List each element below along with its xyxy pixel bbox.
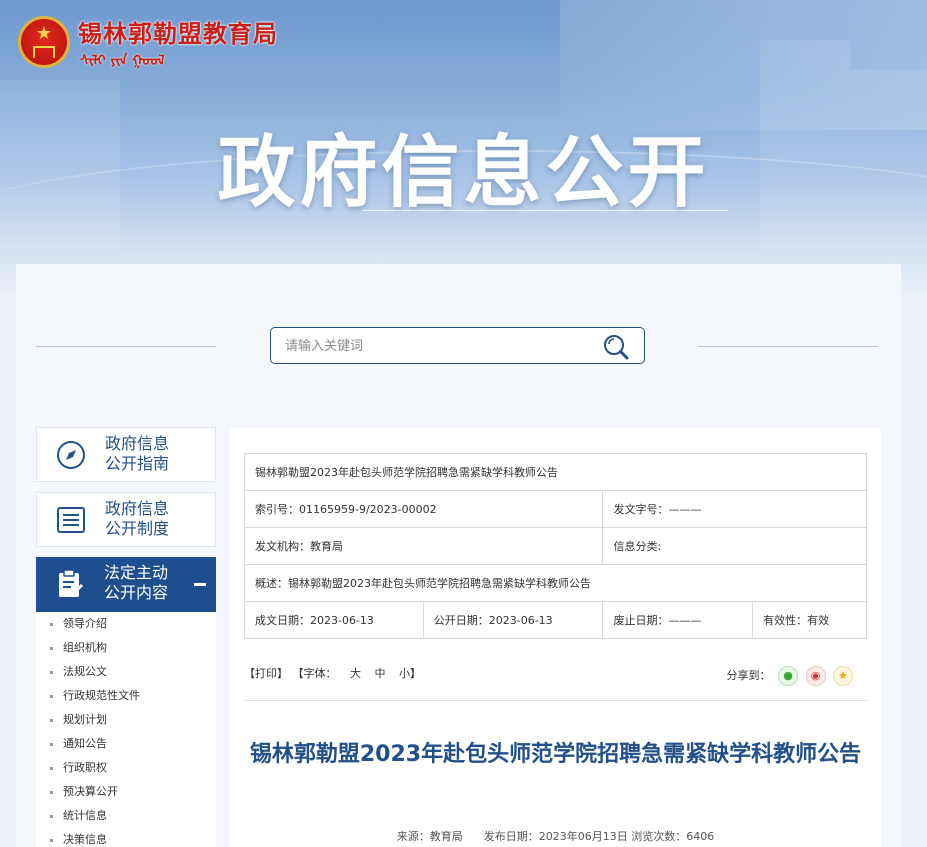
wechat-icon[interactable]: ● bbox=[778, 666, 798, 686]
meta-summary: 概述：锡林郭勒盟2023年赴包头师范学院招聘急需紧缺学科教师公告 bbox=[244, 564, 867, 602]
article-title: 锡林郭勒盟2023年赴包头师范学院招聘急需紧缺学科教师公告 bbox=[249, 742, 862, 767]
sidebar-item-mandatory-disclosure[interactable]: 法定主动 公开内容 bbox=[36, 557, 216, 612]
site-title[interactable]: 锡林郭勒盟教育局 bbox=[78, 14, 278, 49]
font-medium-button[interactable]: 中 bbox=[375, 667, 386, 680]
font-small-button[interactable]: 小】 bbox=[399, 667, 421, 680]
font-large-button[interactable]: 大 bbox=[350, 667, 361, 680]
meta-expired-date: 废止日期：——— bbox=[602, 601, 754, 639]
meta-doc-no: 发文字号：——— bbox=[602, 490, 867, 528]
banner-divider bbox=[362, 210, 728, 211]
clipboard-edit-icon bbox=[59, 569, 84, 597]
article-meta: 来源：教育局 发布日期：2023年06月13日 浏览次数：6406 bbox=[396, 830, 715, 843]
print-button[interactable]: 【打印】 bbox=[244, 667, 288, 680]
site-title-mongolian: ᠰᠢᠯᠢ ᠶᠢᠨ ᠭᠣᠣᠯ bbox=[80, 53, 165, 69]
favorite-star-icon[interactable]: ★ bbox=[833, 666, 853, 686]
meta-issuer: 发文机构：教育局 bbox=[243, 527, 604, 565]
article-content: 锡林郭勒盟2023年赴包头师范学院招聘急需紧缺学科教师公告 索引号：011659… bbox=[230, 428, 881, 847]
sidebar-subitem[interactable]: 决策信息 bbox=[36, 828, 216, 847]
meta-index-no: 索引号：01165959-9/2023-00002 bbox=[243, 490, 604, 528]
sidebar-subitem[interactable]: 组织机构 bbox=[36, 636, 216, 660]
content-divider bbox=[244, 700, 867, 701]
meta-published-date: 公开日期：2023-06-13 bbox=[422, 601, 604, 639]
document-meta-table: 锡林郭勒盟2023年赴包头师范学院招聘急需紧缺学科教师公告 索引号：011659… bbox=[243, 453, 867, 639]
sidebar-item-disclosure-guide[interactable]: 政府信息 公开指南 bbox=[36, 427, 216, 482]
meta-title: 锡林郭勒盟2023年赴包头师范学院招聘急需紧缺学科教师公告 bbox=[244, 453, 867, 491]
sidebar-subitem[interactable]: 统计信息 bbox=[36, 804, 216, 828]
search-icon[interactable] bbox=[602, 333, 630, 361]
document-list-icon bbox=[57, 507, 85, 533]
sidebar-subitem[interactable]: 法规公文 bbox=[36, 660, 216, 684]
sidebar-subitem[interactable]: 行政职权 bbox=[36, 756, 216, 780]
banner-title: 政府信息公开 bbox=[217, 128, 710, 218]
sidebar-item-disclosure-system[interactable]: 政府信息 公开制度 bbox=[36, 492, 216, 547]
meta-category: 信息分类: bbox=[602, 527, 867, 565]
share-bar: 分享到： ● ◉ ★ bbox=[726, 666, 853, 688]
meta-created-date: 成文日期：2023-06-13 bbox=[244, 601, 424, 639]
sidebar-subitem[interactable]: 通知公告 bbox=[36, 732, 216, 756]
font-size-label: 【字体： bbox=[298, 667, 337, 680]
header-banner: ★ 锡林郭勒盟教育局 ᠰᠢᠯᠢ ᠶᠢᠨ ᠭᠣᠣᠯ 政府信息公开 bbox=[0, 0, 927, 300]
national-emblem-icon: ★ bbox=[18, 16, 70, 68]
search-box bbox=[270, 327, 645, 364]
meta-validity: 有效性：有效 bbox=[752, 601, 867, 639]
sidebar-item-label: 政府信息 公开制度 bbox=[105, 499, 170, 538]
sidebar-subitem[interactable]: 领导介绍 bbox=[36, 612, 216, 636]
main-panel: 政府信息 公开指南 政府信息 公开制度 法定主动 公开内容 bbox=[16, 264, 901, 847]
compass-icon bbox=[57, 441, 85, 469]
sidebar-item-label: 法定主动 公开内容 bbox=[104, 563, 169, 602]
search-divider-left bbox=[36, 346, 216, 347]
share-label: 分享到： bbox=[726, 669, 771, 682]
sidebar-subitem[interactable]: 规划计划 bbox=[36, 708, 216, 732]
sidebar-submenu: 领导介绍 组织机构 法规公文 行政规范性文件 规划计划 通知公告 行政职权 预决… bbox=[36, 612, 216, 847]
search-input[interactable] bbox=[285, 336, 585, 356]
sidebar-subitem[interactable]: 预决算公开 bbox=[36, 780, 216, 804]
sidebar-subitem[interactable]: 行政规范性文件 bbox=[36, 684, 216, 708]
collapse-icon[interactable] bbox=[194, 583, 206, 586]
search-divider-right bbox=[698, 346, 878, 347]
weibo-icon[interactable]: ◉ bbox=[805, 666, 826, 686]
sidebar-item-label: 政府信息 公开指南 bbox=[105, 434, 170, 473]
